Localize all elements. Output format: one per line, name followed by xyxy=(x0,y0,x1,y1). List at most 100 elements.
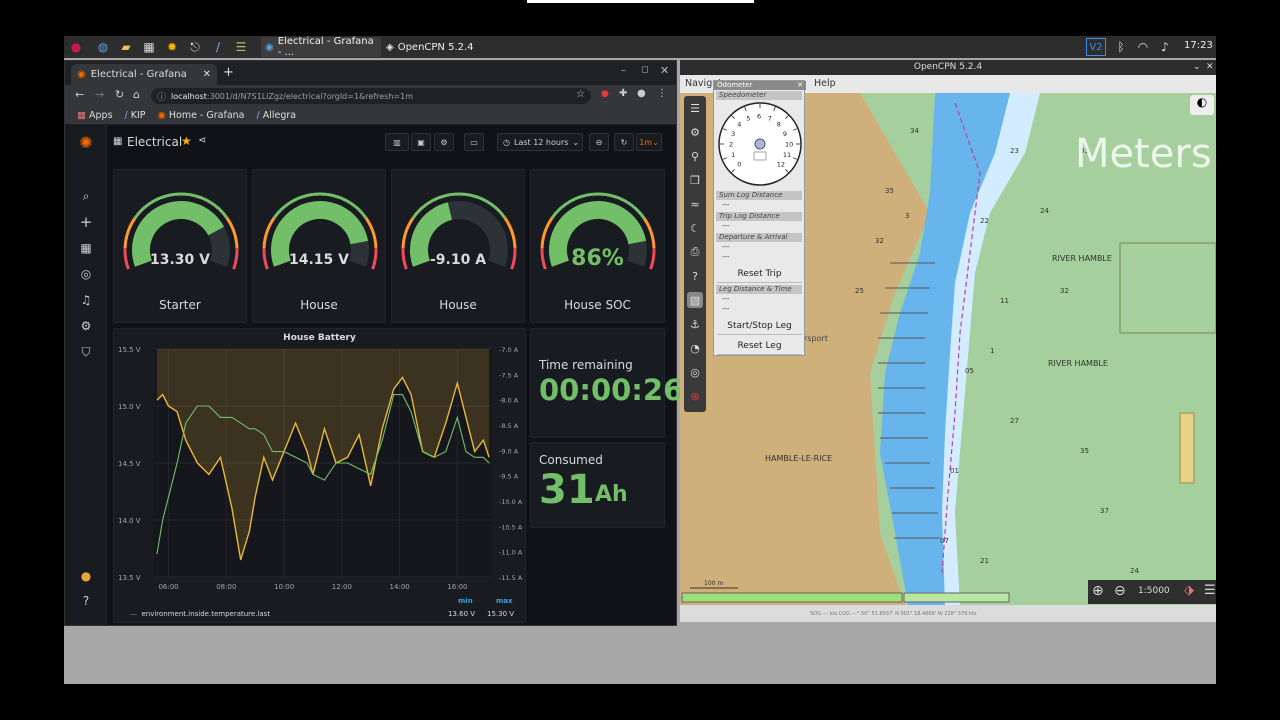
gauge-panel-starter[interactable]: 13.30 V Starter xyxy=(113,169,247,323)
sun-icon[interactable]: ✹ xyxy=(163,38,181,56)
radar-icon[interactable]: ◎ xyxy=(687,364,703,380)
new-tab-icon[interactable]: + xyxy=(223,65,234,80)
terminal-icon[interactable]: ▦ xyxy=(140,38,158,56)
zoom-in-icon[interactable]: ⊕ xyxy=(1092,583,1104,599)
share-icon[interactable]: ⋖ xyxy=(198,135,206,146)
bookmark-star-icon[interactable]: ☆ xyxy=(576,89,585,100)
lifebuoy-icon[interactable]: ⊛ xyxy=(687,388,703,404)
clock: 17:23 xyxy=(1184,40,1213,51)
create-icon[interactable]: + xyxy=(77,213,95,231)
task-opencpn-label: OpenCPN 5.2.4 xyxy=(397,41,474,53)
bookmark-kip[interactable]: / KIP xyxy=(125,110,146,121)
tide-icon[interactable]: ⚓ xyxy=(687,316,703,332)
consumed-panel[interactable]: Consumed 31 Ah xyxy=(530,442,665,528)
print-icon[interactable]: ⎙ xyxy=(687,244,703,260)
star-icon[interactable]: ★ xyxy=(181,134,192,148)
y-left-tick: 15.5 V xyxy=(118,346,141,354)
raspberry-menu-icon[interactable]: ● xyxy=(67,38,85,56)
close-tab-icon[interactable]: ✕ xyxy=(203,69,211,80)
minimize-icon[interactable]: – xyxy=(621,65,626,76)
chevron-down-icon[interactable]: ⌄ xyxy=(1193,60,1201,75)
leg-distance-header: Leg Distance & Time xyxy=(716,285,802,294)
start-stop-leg-button[interactable]: Start/Stop Leg xyxy=(717,318,802,335)
y-right-tick: -7.5 A xyxy=(499,371,519,379)
explore-icon[interactable]: ◎ xyxy=(77,265,95,283)
opencpn-window: OpenCPN 5.2.4 ⌄ ✕ Navigate Help 35 3 32 … xyxy=(680,60,1216,622)
refresh-button[interactable]: ↻ xyxy=(614,133,634,151)
reload-icon[interactable]: ↻ xyxy=(115,88,124,101)
refresh-interval[interactable]: 1m ⌄ xyxy=(636,133,662,151)
save-button[interactable]: ▣ xyxy=(411,133,431,151)
url-field[interactable]: ⓘ localhost:3001/d/N7S1LlZgz/electrical?… xyxy=(151,88,591,104)
task-opencpn[interactable]: ◈ OpenCPN 5.2.4 xyxy=(382,37,502,57)
wifi-icon[interactable]: ◠ xyxy=(1134,38,1152,56)
chart-bar-2[interactable] xyxy=(903,592,1010,603)
chrome-menu-icon[interactable]: ⋮ xyxy=(657,88,667,99)
dashboard-title[interactable]: Electrical xyxy=(127,135,182,149)
shield-icon[interactable]: ⛉ xyxy=(77,343,95,361)
maximize-icon[interactable]: ◻ xyxy=(641,65,648,75)
browser-icon[interactable]: ◍ xyxy=(94,38,112,56)
profile-icon[interactable]: ● xyxy=(637,88,646,99)
help-icon[interactable]: ? xyxy=(687,268,703,284)
x-tick: 12:00 xyxy=(332,583,352,591)
signalk-icon[interactable]: ⎋ xyxy=(186,38,204,56)
kip-icon[interactable]: / xyxy=(209,38,227,56)
grafana-logo-icon[interactable]: ✺ xyxy=(77,133,95,152)
reset-leg-button[interactable]: Reset Leg xyxy=(717,338,802,355)
bookmark-grafana[interactable]: ◉ Home - Grafana xyxy=(158,110,245,121)
vnc-icon[interactable]: V2 xyxy=(1086,38,1106,56)
time-remaining-panel[interactable]: Time remaining 00:00:26 xyxy=(530,328,683,438)
time-picker[interactable]: ◷ Last 12 hours ⌄ xyxy=(497,133,583,151)
alerting-icon[interactable]: ♫ xyxy=(77,291,95,309)
chart-bar-1[interactable] xyxy=(681,592,903,603)
extension-icon[interactable]: ● xyxy=(601,89,609,99)
search-icon[interactable]: ⌕ xyxy=(77,187,95,205)
help-icon[interactable]: ? xyxy=(77,592,95,610)
list-app-icon[interactable]: ☰ xyxy=(232,38,250,56)
bookmark-allegra[interactable]: / Allegra xyxy=(256,110,296,121)
close-icon[interactable]: ✕ xyxy=(797,81,803,89)
route-icon[interactable]: ⚲ xyxy=(687,148,703,164)
reset-trip-button[interactable]: Reset Trip xyxy=(717,266,802,283)
task-grafana[interactable]: ◉ Electrical - Grafana - ... xyxy=(261,36,381,58)
back-icon[interactable]: ← xyxy=(75,88,84,101)
bookmark-apps[interactable]: ▦ Apps xyxy=(77,110,113,121)
configuration-icon[interactable]: ⚙ xyxy=(77,317,95,335)
copy-icon[interactable]: ❐ xyxy=(687,172,703,188)
zoom-out-icon: ⊖ xyxy=(595,137,603,147)
dashboard-icon[interactable]: ◔ xyxy=(687,340,703,356)
ship-icon[interactable]: ⬗ xyxy=(1184,583,1194,598)
close-window-icon[interactable]: ✕ xyxy=(660,64,669,77)
gauge-panel-house-soc[interactable]: 86% House SOC xyxy=(530,169,665,323)
moon-icon[interactable]: ☾ xyxy=(687,220,703,236)
house-battery-panel[interactable]: House Battery 15.5 V 15.0 V 14.5 V 14.0 V 13… xyxy=(113,328,526,623)
zoom-out-icon[interactable]: ⊖ xyxy=(1114,583,1126,599)
chart-icon[interactable]: ▧ xyxy=(687,292,703,308)
gauge-panel-house-voltage[interactable]: 14.15 V House xyxy=(252,169,386,323)
gauge-panel-house-current[interactable]: -9.10 A House xyxy=(391,169,525,323)
settings-button[interactable]: ⚙ xyxy=(434,133,454,151)
forward-icon[interactable]: → xyxy=(95,88,104,101)
close-icon[interactable]: ✕ xyxy=(1206,60,1214,75)
gauge-title: Starter xyxy=(159,298,201,312)
zoom-out-button[interactable]: ⊖ xyxy=(589,133,609,151)
tab-grafana[interactable]: ◉ Electrical - Grafana ✕ xyxy=(71,64,217,85)
dashboards-icon[interactable]: ▦ xyxy=(77,239,95,257)
menu-icon[interactable]: ☰ xyxy=(1204,583,1216,598)
add-panel-button[interactable]: ▥ xyxy=(385,133,409,151)
top-strip xyxy=(527,0,754,3)
avatar[interactable]: ● xyxy=(77,567,95,585)
compass-icon[interactable]: ◐ xyxy=(1190,95,1214,115)
puzzle-icon[interactable]: ✚ xyxy=(619,88,627,99)
bluetooth-icon[interactable]: ᛒ xyxy=(1112,38,1130,56)
menu-help[interactable]: Help xyxy=(814,78,836,89)
track-icon[interactable]: ≈ xyxy=(687,196,703,212)
dial-label: 9 xyxy=(783,130,787,138)
home-icon[interactable]: ⌂ xyxy=(133,88,140,101)
hamburger-icon[interactable]: ☰ xyxy=(687,100,703,116)
volume-icon[interactable]: ♪ xyxy=(1156,38,1174,56)
cycle-view-button[interactable]: ▭ xyxy=(464,133,484,151)
settings-icon[interactable]: ⚙ xyxy=(687,124,703,140)
file-manager-icon[interactable]: ▰ xyxy=(117,38,135,56)
